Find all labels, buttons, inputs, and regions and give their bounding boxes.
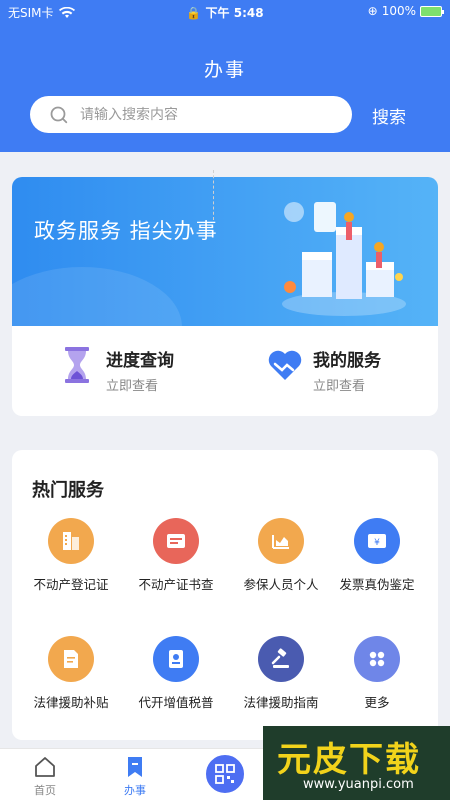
quick-action-title: 我的服务 [313, 351, 381, 371]
search-button[interactable]: 搜索 [372, 103, 406, 128]
service-item-property-certificate[interactable]: 不动产证书查 [123, 518, 229, 593]
quick-action-title: 进度查询 [106, 351, 174, 371]
battery-percent: 100% [381, 4, 416, 18]
tab-home[interactable]: 首页 [15, 755, 75, 798]
watermark: 元皮下载 www.yuanpi.com [263, 726, 450, 800]
more-icon [354, 636, 400, 682]
watermark-title: 元皮下载 [277, 740, 421, 780]
orientation-lock-icon: ⊕ [367, 4, 378, 18]
service-label: 法律援助补贴 [33, 695, 109, 710]
search-bar[interactable] [30, 96, 352, 133]
qr-code-icon [215, 764, 235, 784]
search-icon [50, 106, 68, 124]
service-item-legal-aid-subsidy[interactable]: 法律援助补贴 [18, 636, 124, 711]
quick-actions: 进度查询 立即查看 我的服务 立即查看 [12, 326, 438, 416]
gavel-icon [258, 636, 304, 682]
hot-services-card: 热门服务 不动产登记证 不动产证书查 参保人员个人 ¥ 发票真伪鉴定 法律援助补… [12, 450, 438, 740]
status-bar: 无SIM卡 🔒 下午 5:48 ⊕ 100% [0, 0, 450, 22]
banner-card: 政务服务 指尖办事 进度查询 立即查看 我的服务 立即查看 [12, 177, 438, 416]
hourglass-icon [65, 347, 89, 383]
search-input[interactable] [80, 104, 340, 126]
service-item-insured-person[interactable]: 参保人员个人 [228, 518, 334, 593]
service-item-legal-aid-guide[interactable]: 法律援助指南 [228, 636, 334, 711]
service-label: 不动产登记证 [33, 577, 109, 592]
service-label: 不动产证书查 [138, 577, 214, 592]
quick-action-subtitle: 立即查看 [313, 379, 366, 394]
service-item-property-registration[interactable]: 不动产登记证 [18, 518, 124, 593]
tax-icon [153, 636, 199, 682]
service-label: 更多 [364, 695, 390, 710]
service-item-vat-invoice[interactable]: 代开增值税普 [123, 636, 229, 711]
service-label: 发票真伪鉴定 [339, 577, 415, 592]
app-header: 无SIM卡 🔒 下午 5:48 ⊕ 100% 办事 搜索 [0, 0, 450, 152]
quick-actions-divider [213, 170, 214, 220]
svg-text:¥: ¥ [374, 538, 380, 548]
qr-scan-button[interactable] [203, 752, 247, 796]
invoice-icon: ¥ [354, 518, 400, 564]
building-icon [48, 518, 94, 564]
section-title: 热门服务 [32, 480, 104, 501]
bookmark-icon [128, 757, 142, 777]
service-item-invoice-verification[interactable]: ¥ 发票真伪鉴定 [324, 518, 430, 593]
service-label: 代开增值税普 [138, 695, 214, 710]
service-label: 参保人员个人 [243, 577, 319, 592]
tab-services[interactable]: 办事 [105, 755, 165, 798]
heart-icon [268, 350, 302, 380]
tab-label: 首页 [34, 784, 56, 797]
page-title: 办事 [203, 59, 246, 81]
watermark-url: www.yuanpi.com [303, 777, 414, 792]
certificate-icon [153, 518, 199, 564]
quick-action-subtitle: 立即查看 [106, 379, 159, 394]
tab-label: 办事 [124, 784, 146, 797]
progress-query-button[interactable]: 进度查询 立即查看 [62, 346, 174, 394]
banner-slogan: 政务服务 指尖办事 [34, 219, 218, 243]
service-item-more[interactable]: 更多 [324, 636, 430, 711]
my-services-button[interactable]: 我的服务 立即查看 [267, 346, 381, 394]
banner-illustration [282, 202, 406, 316]
promo-banner[interactable]: 政务服务 指尖办事 [12, 177, 438, 387]
lock-icon: 🔒 [186, 6, 202, 20]
document-icon [48, 636, 94, 682]
home-icon [35, 757, 55, 777]
service-label: 法律援助指南 [243, 695, 319, 710]
battery-icon [420, 5, 444, 17]
chart-icon [258, 518, 304, 564]
clock-time: 下午 5:48 [205, 6, 264, 20]
